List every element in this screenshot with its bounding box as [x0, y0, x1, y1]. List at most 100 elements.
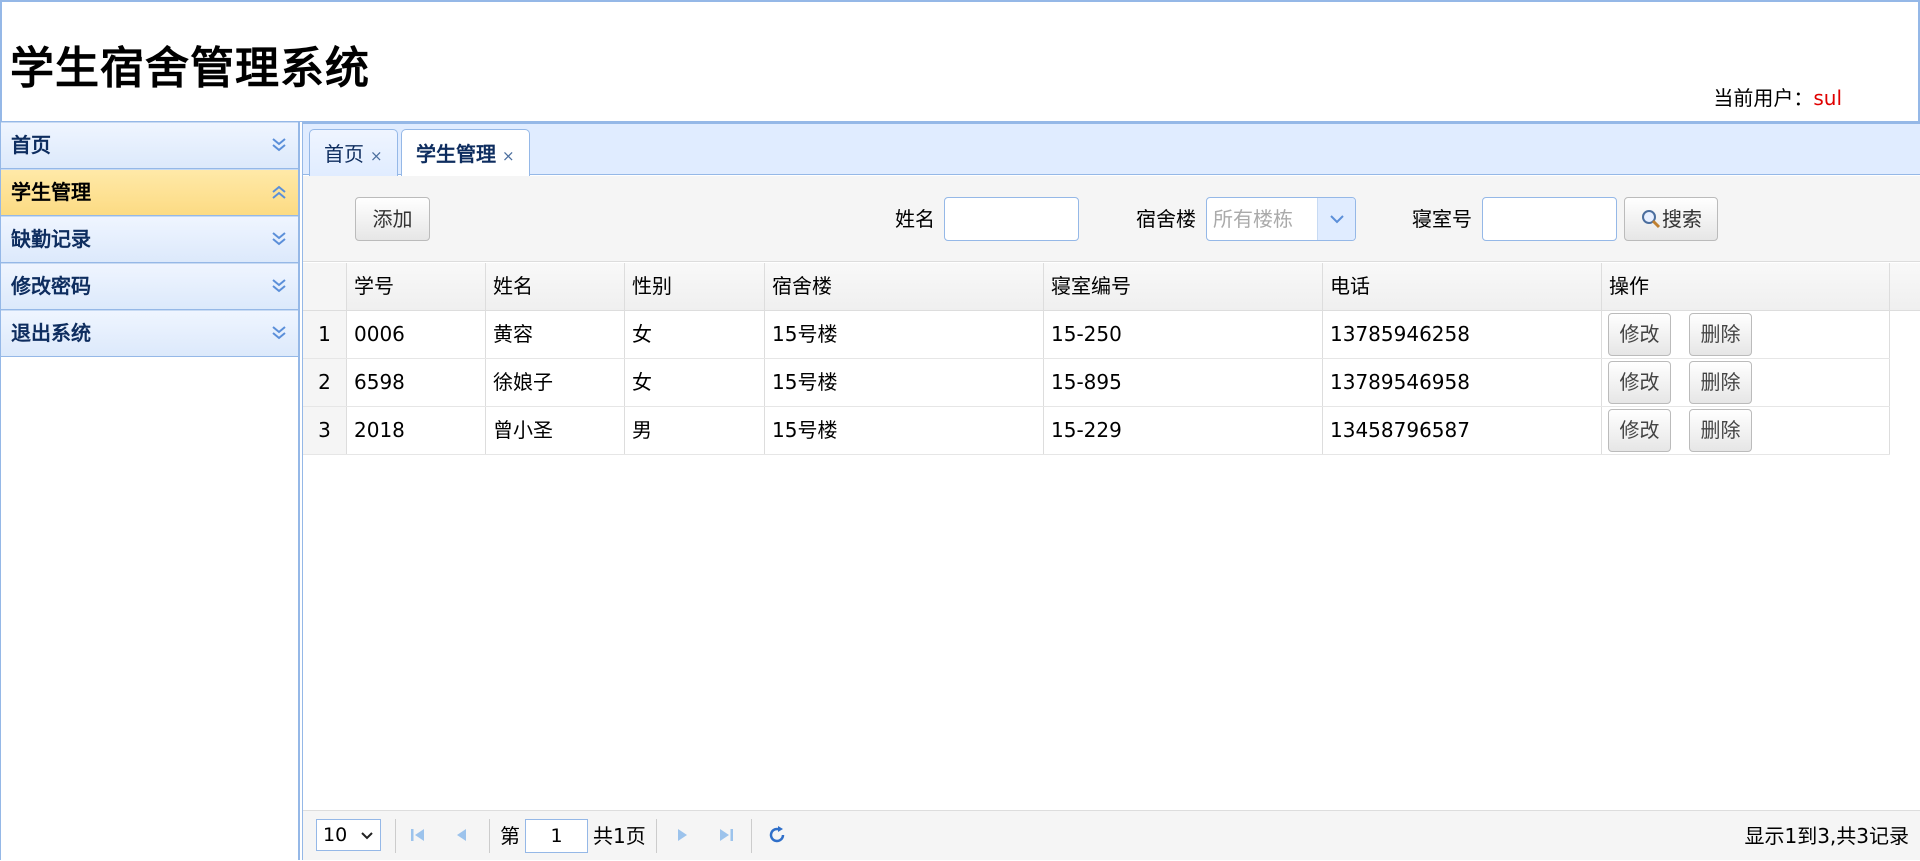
main-panel: 首页 × 学生管理 × 添加 姓名 宿舍楼 所有楼栋 寝室号 搜索 学号 姓名 性别 [302, 122, 1920, 860]
pager-separator [751, 819, 752, 853]
table-row[interactable]: 3 2018 曾小圣 男 15号楼 15-229 13458796587 修改 … [303, 407, 1890, 455]
room-filter-label: 寝室号 [1412, 207, 1472, 231]
last-page-icon[interactable] [714, 823, 738, 847]
row-number: 1 [303, 311, 347, 358]
cell-room: 15-895 [1044, 359, 1323, 406]
search-toolbar: 添加 姓名 宿舍楼 所有楼栋 寝室号 搜索 [303, 176, 1920, 262]
row-number: 2 [303, 359, 347, 406]
page-size-value: 10 [323, 824, 348, 846]
tab-bar: 首页 × 学生管理 × [303, 122, 1920, 178]
delete-button[interactable]: 删除 [1689, 361, 1752, 404]
sidebar-item-student-management[interactable]: 学生管理 [1, 169, 298, 216]
pagination-bar: 10 第 1 共1页 显示1到3,共3记录 [303, 810, 1920, 860]
cell-building: 15号楼 [765, 311, 1044, 358]
add-button[interactable]: 添加 [355, 197, 430, 241]
cell-gender: 男 [625, 407, 765, 454]
sidebar-item-label: 学生管理 [11, 180, 91, 204]
room-search-input[interactable] [1482, 197, 1617, 241]
current-user-info: 当前用户：sul [1713, 82, 1842, 111]
building-filter-label: 宿舍楼 [1136, 207, 1196, 231]
chevron-down-icon[interactable] [1317, 198, 1355, 240]
current-user-label: 当前用户： [1713, 86, 1814, 110]
cell-phone: 13789546958 [1323, 359, 1602, 406]
chevron-down-icon [361, 832, 373, 840]
close-icon[interactable]: × [502, 147, 515, 165]
first-page-icon[interactable] [406, 823, 430, 847]
pager-separator [395, 819, 396, 853]
table-header: 学号 姓名 性别 宿舍楼 寝室编号 电话 操作 [303, 263, 1920, 311]
sidebar-item-logout[interactable]: 退出系统 [1, 310, 298, 357]
search-button[interactable]: 搜索 [1624, 197, 1718, 241]
column-header: 操作 [1602, 263, 1890, 310]
cell-room: 15-250 [1044, 311, 1323, 358]
column-header[interactable]: 学号 [347, 263, 486, 310]
cell-actions: 修改 删除 [1602, 359, 1890, 406]
page-number-input[interactable]: 1 [525, 819, 588, 853]
current-user-name: sul [1813, 86, 1842, 110]
sidebar-item-label: 修改密码 [11, 274, 91, 298]
edit-button[interactable]: 修改 [1608, 313, 1671, 356]
cell-gender: 女 [625, 311, 765, 358]
student-table: 学号 姓名 性别 宿舍楼 寝室编号 电话 操作 1 0006 黄容 女 15号楼… [303, 263, 1920, 455]
next-page-icon[interactable] [670, 823, 694, 847]
sidebar-item-home[interactable]: 首页 [1, 122, 298, 169]
page-prefix-label: 第 [500, 824, 520, 848]
sidebar-item-absence-records[interactable]: 缺勤记录 [1, 216, 298, 263]
page-size-select[interactable]: 10 [316, 819, 381, 851]
sidebar-item-label: 退出系统 [11, 321, 91, 345]
cell-gender: 女 [625, 359, 765, 406]
name-filter-label: 姓名 [895, 207, 935, 231]
cell-building: 15号楼 [765, 359, 1044, 406]
cell-phone: 13458796587 [1323, 407, 1602, 454]
chevron-double-up-icon [272, 185, 286, 199]
pager-separator [489, 819, 490, 853]
row-number: 3 [303, 407, 347, 454]
edit-button[interactable]: 修改 [1608, 361, 1671, 404]
chevron-double-down-icon [272, 326, 286, 340]
name-search-input[interactable] [944, 197, 1079, 241]
sidebar: 首页 学生管理 缺勤记录 修改密码 退出系统 [0, 122, 300, 860]
previous-page-icon[interactable] [450, 823, 474, 847]
refresh-icon[interactable] [765, 823, 789, 847]
edit-button[interactable]: 修改 [1608, 409, 1671, 452]
cell-name: 曾小圣 [486, 407, 625, 454]
search-button-label: 搜索 [1662, 207, 1702, 231]
cell-name: 黄容 [486, 311, 625, 358]
table-row[interactable]: 2 6598 徐娘子 女 15号楼 15-895 13789546958 修改 … [303, 359, 1890, 407]
sidebar-item-label: 缺勤记录 [11, 227, 91, 251]
cell-student-id: 0006 [347, 311, 486, 358]
row-number-header [303, 263, 347, 310]
building-select-placeholder: 所有楼栋 [1213, 207, 1293, 231]
search-icon [1642, 210, 1661, 229]
chevron-double-down-icon [272, 138, 286, 152]
sidebar-item-label: 首页 [11, 133, 51, 157]
app-header: 学生宿舍管理系统 当前用户：sul [0, 0, 1920, 122]
tab-student-management[interactable]: 学生管理 × [401, 129, 530, 178]
column-header[interactable]: 寝室编号 [1044, 263, 1323, 310]
column-header[interactable]: 性别 [625, 263, 765, 310]
tab-label: 首页 [324, 142, 364, 166]
building-select[interactable]: 所有楼栋 [1206, 197, 1356, 241]
record-summary: 显示1到3,共3记录 [1744, 824, 1909, 848]
column-header[interactable]: 姓名 [486, 263, 625, 310]
column-header[interactable]: 宿舍楼 [765, 263, 1044, 310]
cell-student-id: 6598 [347, 359, 486, 406]
table-row[interactable]: 1 0006 黄容 女 15号楼 15-250 13785946258 修改 删… [303, 311, 1890, 359]
cell-building: 15号楼 [765, 407, 1044, 454]
close-icon[interactable]: × [370, 147, 383, 165]
cell-phone: 13785946258 [1323, 311, 1602, 358]
sidebar-item-change-password[interactable]: 修改密码 [1, 263, 298, 310]
total-pages-label: 共1页 [593, 824, 646, 848]
delete-button[interactable]: 删除 [1689, 409, 1752, 452]
pager-separator [656, 819, 657, 853]
cell-name: 徐娘子 [486, 359, 625, 406]
column-header[interactable]: 电话 [1323, 263, 1602, 310]
app-title: 学生宿舍管理系统 [10, 43, 370, 94]
cell-room: 15-229 [1044, 407, 1323, 454]
tab-home[interactable]: 首页 × [309, 129, 398, 177]
chevron-double-down-icon [272, 279, 286, 293]
chevron-double-down-icon [272, 232, 286, 246]
tab-label: 学生管理 [416, 142, 496, 166]
cell-actions: 修改 删除 [1602, 311, 1890, 358]
delete-button[interactable]: 删除 [1689, 313, 1752, 356]
